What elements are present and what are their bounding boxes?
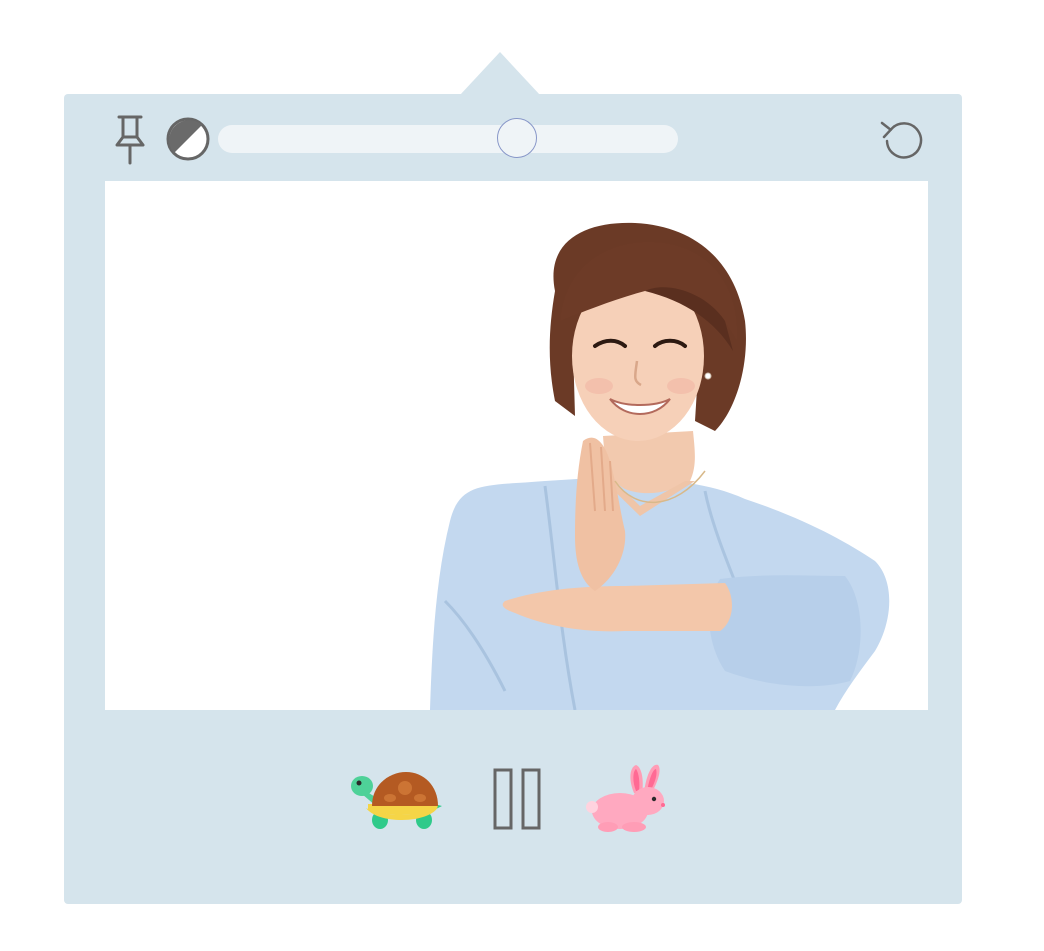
pin-icon — [115, 115, 145, 165]
contrast-icon — [166, 117, 210, 161]
reset-button[interactable] — [874, 112, 930, 166]
reset-icon — [880, 121, 923, 159]
slow-speed-button[interactable] — [348, 764, 444, 834]
pin-button[interactable] — [108, 112, 152, 166]
video-frame — [105, 181, 928, 710]
fast-speed-button[interactable] — [584, 758, 676, 834]
contrast-button[interactable] — [164, 115, 212, 163]
pause-button[interactable] — [486, 764, 548, 834]
popup-arrow — [460, 52, 540, 95]
pause-icon — [493, 768, 541, 830]
size-slider-thumb[interactable] — [497, 118, 537, 158]
size-slider[interactable] — [218, 118, 678, 158]
rabbit-icon — [586, 764, 665, 832]
turtle-icon — [351, 772, 442, 829]
signer-video — [430, 222, 890, 710]
